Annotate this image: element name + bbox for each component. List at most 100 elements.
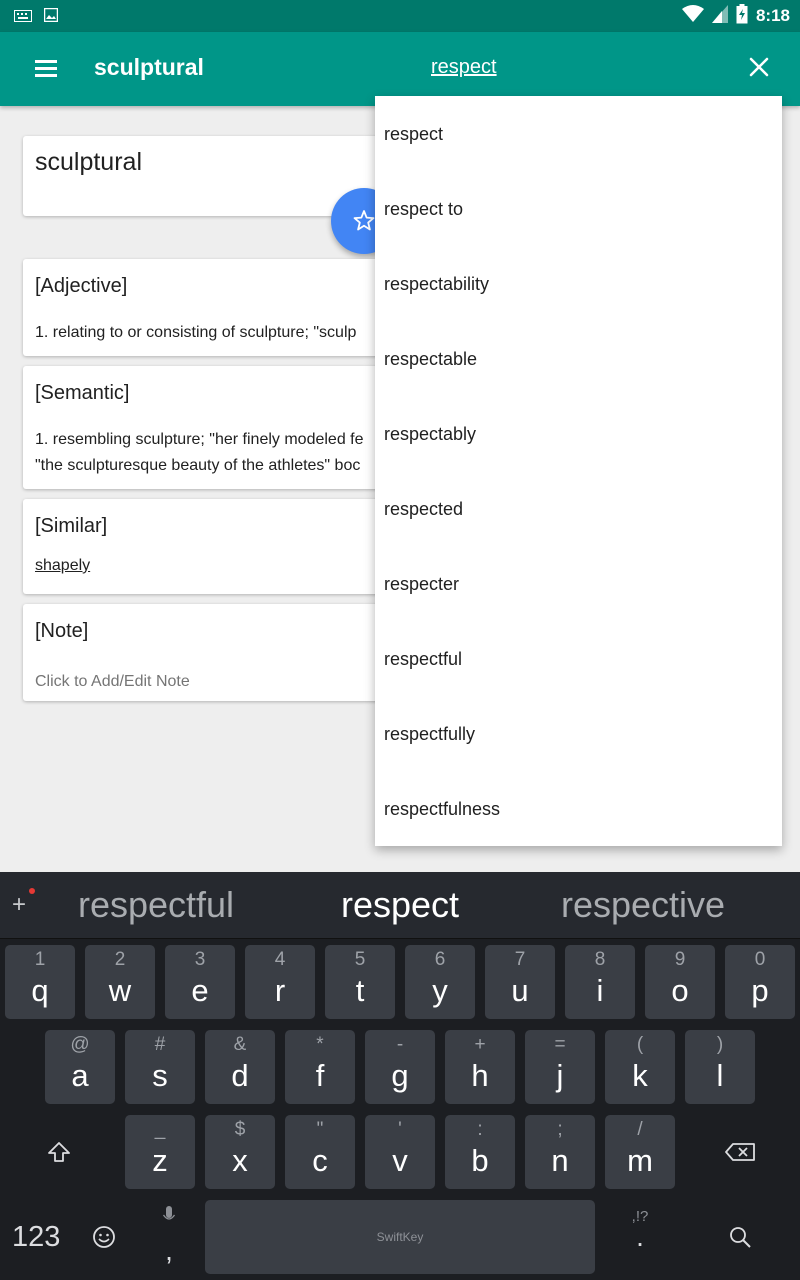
key-h[interactable]: + h [445, 1030, 515, 1104]
period-key[interactable]: ,!? . [628, 1208, 652, 1253]
backspace-key[interactable] [724, 1142, 756, 1167]
key-char: s [152, 1058, 168, 1093]
suggestion-item[interactable]: respectful [375, 621, 782, 696]
keyboard-icon [14, 9, 32, 27]
key-g[interactable]: -g [365, 1030, 435, 1104]
key-char: w [108, 973, 132, 1008]
key-char: p [751, 973, 769, 1008]
search-key[interactable] [728, 1225, 752, 1254]
key-x[interactable]: $ x [205, 1115, 275, 1189]
key-w[interactable]: 2w [85, 945, 155, 1019]
similar-word-link[interactable]: shapely [35, 554, 90, 578]
key-hint: 1 [34, 949, 46, 970]
swiftkey-logo: SwiftKey [376, 1230, 424, 1244]
key-char: g [391, 1058, 409, 1093]
key-u[interactable]: 7u [485, 945, 555, 1019]
key-hint: : [477, 1119, 483, 1140]
key-hint: 6 [434, 949, 446, 970]
key-char: v [392, 1143, 408, 1178]
key-char: n [551, 1143, 569, 1178]
similar-heading: [Similar] [35, 515, 108, 537]
suggestion-item[interactable]: respect to [375, 171, 782, 246]
semantic-heading: [Semantic] [35, 382, 130, 404]
suggestion-item[interactable]: respectfulness [375, 771, 782, 846]
soft-keyboard: + respectful respect respective 1q2w3e4r… [0, 872, 800, 1280]
key-char: u [511, 973, 529, 1008]
suggestion-item[interactable]: respected [375, 471, 782, 546]
numbers-key[interactable]: 123 [12, 1221, 60, 1254]
adjective-definition: 1. relating to or consisting of sculptur… [35, 324, 357, 341]
key-hint: 5 [354, 949, 366, 970]
key-char: f [315, 1058, 325, 1093]
prediction-center[interactable]: respect [280, 884, 520, 926]
key-hint: # [154, 1034, 166, 1055]
adjective-card: [Adjective] 1. relating to or consisting… [23, 259, 423, 356]
emoji-key[interactable] [92, 1225, 116, 1254]
key-r[interactable]: 4r [245, 945, 315, 1019]
search-input[interactable]: respect [431, 56, 497, 79]
key-hint: _ [154, 1119, 166, 1140]
image-icon [43, 7, 59, 27]
key-char: q [31, 973, 49, 1008]
key-q[interactable]: 1q [5, 945, 75, 1019]
key-v[interactable]: ' v [365, 1115, 435, 1189]
key-char: j [556, 1058, 564, 1093]
key-y[interactable]: 6y [405, 945, 475, 1019]
key-char: y [432, 973, 448, 1008]
clock: 8:18 [755, 6, 790, 25]
key-d[interactable]: & d [205, 1030, 275, 1104]
key-char: k [632, 1058, 648, 1093]
key-hint: ' [398, 1119, 402, 1140]
key-char: z [152, 1143, 168, 1178]
suggestion-item[interactable]: respectably [375, 396, 782, 471]
key-b[interactable]: :b [445, 1115, 515, 1189]
shift-key[interactable] [46, 1140, 72, 1169]
suggestion-item[interactable]: respect [375, 96, 782, 171]
key-z[interactable]: _ z [125, 1115, 195, 1189]
key-s[interactable]: # s [125, 1030, 195, 1104]
key-m[interactable]: / m [605, 1115, 675, 1189]
add-icon[interactable]: + [12, 891, 26, 919]
wifi-icon [681, 4, 704, 28]
key-a[interactable]: @ a [45, 1030, 115, 1104]
key-i[interactable]: 8i [565, 945, 635, 1019]
comma-label: , [165, 1235, 173, 1266]
note-placeholder[interactable]: Click to Add/Edit Note [35, 670, 190, 694]
note-heading: [Note] [35, 620, 89, 642]
suggestion-item[interactable]: respectable [375, 321, 782, 396]
key-hint: 4 [274, 949, 286, 970]
key-hint: 2 [114, 949, 126, 970]
backspace-icon [725, 1143, 755, 1161]
suggestion-item[interactable]: respecter [375, 546, 782, 621]
key-j[interactable]: = j [525, 1030, 595, 1104]
notification-dot [29, 888, 35, 894]
key-f[interactable]: * f [285, 1030, 355, 1104]
key-p[interactable]: 0p [725, 945, 795, 1019]
key-c[interactable]: " c [285, 1115, 355, 1189]
prediction-left[interactable]: respectful [36, 884, 276, 926]
suggestion-item[interactable]: respectability [375, 246, 782, 321]
key-t[interactable]: 5t [325, 945, 395, 1019]
smiley-icon [93, 1226, 115, 1248]
key-e[interactable]: 3e [165, 945, 235, 1019]
key-char: h [471, 1058, 489, 1093]
menu-icon[interactable] [35, 58, 59, 78]
space-key[interactable]: SwiftKey [205, 1200, 595, 1274]
star-icon [353, 210, 375, 231]
suggestion-dropdown: respect respect to respectability respec… [375, 96, 782, 846]
key-char: i [596, 973, 604, 1008]
prediction-right[interactable]: respective [523, 884, 763, 926]
key-hint: = [554, 1034, 566, 1055]
note-card[interactable]: [Note] Click to Add/Edit Note [23, 604, 423, 701]
key-k[interactable]: (k [605, 1030, 675, 1104]
key-hint: + [474, 1034, 486, 1055]
key-char: c [312, 1143, 328, 1178]
key-n[interactable]: ; n [525, 1115, 595, 1189]
key-hint: 3 [194, 949, 206, 970]
key-char: t [355, 973, 365, 1008]
key-o[interactable]: 9o [645, 945, 715, 1019]
key-l[interactable]: ) l [685, 1030, 755, 1104]
close-icon[interactable] [744, 52, 774, 82]
comma-key[interactable]: , [160, 1206, 178, 1267]
suggestion-item[interactable]: respectfully [375, 696, 782, 771]
